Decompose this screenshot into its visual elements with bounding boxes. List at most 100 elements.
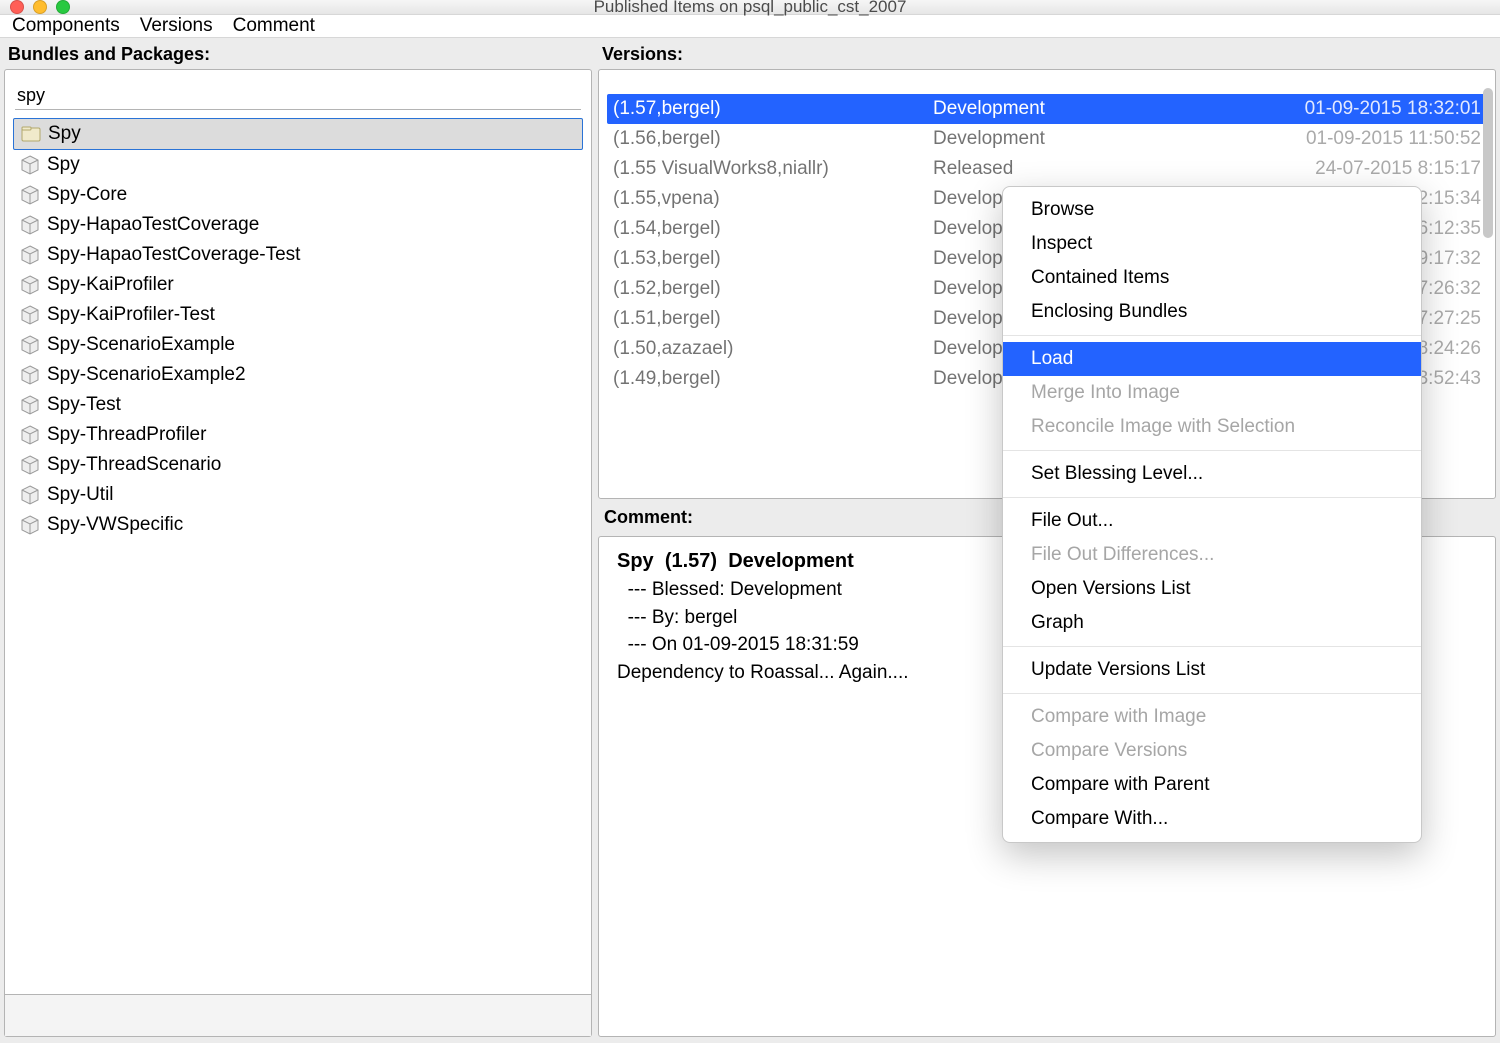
menu-item[interactable]: Open Versions List [1003, 572, 1421, 606]
version-row[interactable]: (1.57,bergel)Development01-09-2015 18:32… [607, 94, 1487, 124]
package-name: Spy-Util [47, 484, 114, 506]
menu-item[interactable]: Load [1003, 342, 1421, 376]
comment-on-line: --- On 01-09-2015 18:31:59 [628, 634, 859, 655]
package-icon [19, 244, 41, 266]
bundles-label: Bundles and Packages: [8, 44, 592, 65]
package-item[interactable]: Spy-Util [13, 480, 583, 510]
package-item[interactable]: Spy-ThreadScenario [13, 450, 583, 480]
package-name: Spy-KaiProfiler [47, 274, 174, 296]
package-name: Spy-Test [47, 394, 121, 416]
menu-item: Compare Versions [1003, 734, 1421, 768]
package-name: Spy [47, 154, 80, 176]
version-label: (1.49,bergel) [613, 368, 933, 390]
packages-statusbar [5, 994, 591, 1036]
package-item[interactable]: Spy-KaiProfiler-Test [13, 300, 583, 330]
version-blessing: Released [933, 158, 1183, 180]
comment-by-line: --- By: bergel [628, 607, 738, 628]
package-item[interactable]: Spy-VWSpecific [13, 510, 583, 540]
package-item[interactable]: Spy [13, 150, 583, 180]
menu-item[interactable]: Update Versions List [1003, 653, 1421, 687]
comment-name: Spy [617, 550, 654, 572]
version-label: (1.55,vpena) [613, 188, 933, 210]
package-icon [19, 514, 41, 536]
version-label: (1.55 VisualWorks8,niallr) [613, 158, 933, 180]
menu-item: File Out Differences... [1003, 538, 1421, 572]
package-icon [19, 184, 41, 206]
version-timestamp: 01-09-2015 11:50:52 [1183, 128, 1481, 150]
scrollbar-thumb[interactable] [1483, 88, 1493, 238]
package-icon [19, 334, 41, 356]
package-icon [19, 364, 41, 386]
packages-panel: Spy Spy Spy-Core Spy-HapaoTestCoverage Spy-H… [4, 69, 592, 1037]
menu-separator [1003, 335, 1421, 336]
menu-item[interactable]: Set Blessing Level... [1003, 457, 1421, 491]
package-name: Spy-ScenarioExample2 [47, 364, 246, 386]
version-timestamp: 01-09-2015 18:32:01 [1183, 98, 1481, 120]
package-item[interactable]: Spy [13, 118, 583, 150]
menu-item: Compare with Image [1003, 700, 1421, 734]
package-icon [19, 274, 41, 296]
package-name: Spy-VWSpecific [47, 514, 183, 536]
package-name: Spy-KaiProfiler-Test [47, 304, 215, 326]
package-item[interactable]: Spy-HapaoTestCoverage-Test [13, 240, 583, 270]
package-item[interactable]: Spy-Test [13, 390, 583, 420]
package-item[interactable]: Spy-Core [13, 180, 583, 210]
version-label: (1.57,bergel) [613, 98, 933, 120]
package-icon [19, 214, 41, 236]
bundle-icon [20, 123, 42, 145]
menu-separator [1003, 646, 1421, 647]
menu-item[interactable]: Compare With... [1003, 802, 1421, 836]
version-row[interactable]: (1.55 VisualWorks8,niallr)Released24-07-… [607, 154, 1487, 184]
versions-label: Versions: [602, 44, 1492, 65]
version-timestamp: 24-07-2015 8:15:17 [1183, 158, 1481, 180]
package-name: Spy-ThreadScenario [47, 454, 221, 476]
titlebar: Published Items on psql_public_cst_2007 [0, 0, 1500, 14]
menu-item: Reconcile Image with Selection [1003, 410, 1421, 444]
window-title: Published Items on psql_public_cst_2007 [0, 0, 1500, 17]
package-name: Spy-HapaoTestCoverage-Test [47, 244, 300, 266]
menu-item: Merge Into Image [1003, 376, 1421, 410]
menu-components[interactable]: Components [12, 15, 120, 37]
package-item[interactable]: Spy-HapaoTestCoverage [13, 210, 583, 240]
version-label: (1.50,azazael) [613, 338, 933, 360]
package-item[interactable]: Spy-ScenarioExample [13, 330, 583, 360]
version-label: (1.52,bergel) [613, 278, 933, 300]
menu-separator [1003, 450, 1421, 451]
package-icon [19, 454, 41, 476]
search-input[interactable] [15, 82, 581, 110]
package-item[interactable]: Spy-KaiProfiler [13, 270, 583, 300]
menu-item[interactable]: Graph [1003, 606, 1421, 640]
menubar: Components Versions Comment [0, 14, 1500, 38]
menu-separator [1003, 497, 1421, 498]
package-icon [19, 424, 41, 446]
context-menu[interactable]: BrowseInspectContained ItemsEnclosing Bu… [1002, 186, 1422, 843]
menu-item[interactable]: Browse [1003, 193, 1421, 227]
package-name: Spy-ThreadProfiler [47, 424, 206, 446]
menu-item[interactable]: Contained Items [1003, 261, 1421, 295]
menu-item[interactable]: Inspect [1003, 227, 1421, 261]
version-row[interactable]: (1.56,bergel)Development01-09-2015 11:50… [607, 124, 1487, 154]
comment-version: (1.57) [665, 550, 717, 572]
packages-list[interactable]: Spy Spy Spy-Core Spy-HapaoTestCoverage Spy-H… [5, 116, 591, 994]
menu-item[interactable]: File Out... [1003, 504, 1421, 538]
version-label: (1.51,bergel) [613, 308, 933, 330]
comment-blessed-line: --- Blessed: Development [628, 579, 842, 600]
package-icon [19, 484, 41, 506]
menu-item[interactable]: Enclosing Bundles [1003, 295, 1421, 329]
version-blessing: Development [933, 128, 1183, 150]
package-name: Spy [48, 123, 81, 145]
package-item[interactable]: Spy-ThreadProfiler [13, 420, 583, 450]
menu-versions[interactable]: Versions [140, 15, 213, 37]
menu-comment[interactable]: Comment [233, 15, 315, 37]
menu-item[interactable]: Compare with Parent [1003, 768, 1421, 802]
package-item[interactable]: Spy-ScenarioExample2 [13, 360, 583, 390]
version-label: (1.56,bergel) [613, 128, 933, 150]
package-icon [19, 394, 41, 416]
menu-separator [1003, 693, 1421, 694]
version-blessing: Development [933, 98, 1183, 120]
version-label: (1.54,bergel) [613, 218, 933, 240]
package-name: Spy-ScenarioExample [47, 334, 235, 356]
package-icon [19, 154, 41, 176]
package-icon [19, 304, 41, 326]
package-name: Spy-HapaoTestCoverage [47, 214, 259, 236]
